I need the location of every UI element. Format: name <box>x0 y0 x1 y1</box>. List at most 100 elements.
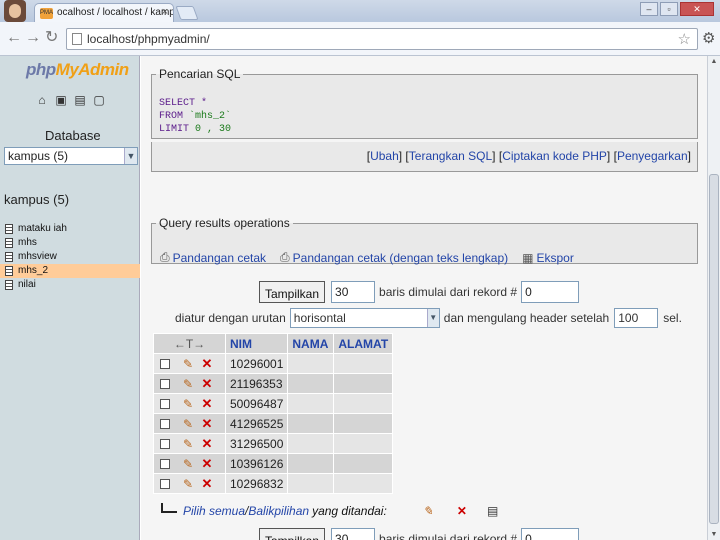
print-view-full-link[interactable]: ⎙ Pandangan cetak (dengan teks lengkap) <box>280 250 508 265</box>
close-window-button[interactable]: ✕ <box>680 2 714 16</box>
table-item-mhs[interactable]: mhs <box>0 236 140 250</box>
row-checkbox[interactable] <box>160 419 170 430</box>
cell-nim: 21196353 <box>224 373 289 394</box>
sql-query-icon[interactable]: ▣ <box>55 94 67 107</box>
column-arrows-header[interactable]: ←T→ <box>153 333 226 354</box>
cell-alamat <box>333 433 394 454</box>
phpmyadmin-logo[interactable]: phpMyAdmin <box>26 60 129 80</box>
check-all-link[interactable]: Pilih semua <box>183 504 245 518</box>
query-results-operations: Query results operations ⎙ Pandangan ceta… <box>151 216 698 265</box>
show-button[interactable]: Tampilkan <box>259 281 326 303</box>
order-select[interactable]: horisontal ▼ <box>289 308 440 328</box>
repeat-header-input[interactable]: 100 <box>614 308 659 328</box>
cell-nama <box>287 353 335 374</box>
vertical-scrollbar[interactable]: ▲ ▼ <box>707 56 720 540</box>
table-item-matakuliah[interactable]: mataku iah <box>0 222 140 236</box>
chevron-down-icon: ▼ <box>124 148 137 164</box>
database-select[interactable]: kampus (5) ▼ <box>4 147 138 165</box>
explain-sql-link[interactable]: Terangkan SQL <box>409 149 492 163</box>
column-header-alamat[interactable]: ALAMAT <box>333 333 394 354</box>
delete-icon[interactable]: ✕ <box>200 356 214 372</box>
bulk-delete-icon[interactable]: ✕ <box>457 504 467 518</box>
bulk-export-icon[interactable]: ▤ <box>487 504 498 518</box>
row-checkbox[interactable] <box>160 359 170 370</box>
edit-pencil-icon[interactable]: ✎ <box>176 457 200 471</box>
nav-icons: ⌂ ▣ ▤ ▢ <box>36 94 105 107</box>
edit-pencil-icon[interactable]: ✎ <box>176 357 200 371</box>
repeat-header-label: dan mengulang header setelah <box>443 311 610 325</box>
uncheck-all-link[interactable]: Balikpilihan <box>248 504 309 518</box>
delete-icon[interactable]: ✕ <box>200 476 214 492</box>
help-icon[interactable]: ▢ <box>93 94 105 107</box>
print-icon: ⎙ <box>160 250 170 264</box>
row-checkbox[interactable] <box>160 479 170 490</box>
print-view-link[interactable]: ⎙ Pandangan cetak <box>160 250 266 265</box>
operations-list: ⎙ Pandangan cetak ⎙ Pandangan cetak (denga… <box>160 250 574 265</box>
table-item-mhs-2[interactable]: mhs_2 <box>0 264 140 278</box>
row-checkbox[interactable] <box>160 459 170 470</box>
delete-icon[interactable]: ✕ <box>200 456 214 472</box>
scrollbar-thumb[interactable] <box>709 174 719 524</box>
table-item-nilai[interactable]: nilai <box>0 278 140 292</box>
scroll-up-icon[interactable]: ▲ <box>709 58 719 65</box>
edit-pencil-icon[interactable]: ✎ <box>176 417 200 431</box>
show-button-bottom[interactable]: Tampilkan <box>259 528 326 540</box>
close-tab-icon[interactable]: × <box>162 6 168 18</box>
new-tab-button[interactable] <box>175 6 199 20</box>
table-icon <box>5 238 13 248</box>
delete-icon[interactable]: ✕ <box>200 416 214 432</box>
refresh-link[interactable]: Penyegarkan <box>617 149 688 163</box>
wrench-icon[interactable]: ⚙ <box>702 29 715 47</box>
row-checkbox[interactable] <box>160 379 170 390</box>
column-header-nim[interactable]: NIM <box>224 333 289 354</box>
row-checkbox[interactable] <box>160 439 170 450</box>
forward-arrow-icon[interactable]: → <box>25 29 41 47</box>
cell-nama <box>287 393 335 414</box>
export-link[interactable]: ▦ Ekspor <box>522 250 574 265</box>
star-icon[interactable]: ☆ <box>678 30 691 48</box>
cell-nim: 10396126 <box>224 453 289 474</box>
sql-box-legend: Pencarian SQL <box>159 67 241 81</box>
edit-pencil-icon[interactable]: ✎ <box>176 477 200 491</box>
with-selected-label: yang ditandai: <box>312 504 387 518</box>
table-row: ✎ ✕ 50096487 <box>153 393 394 414</box>
table-item-mhsview[interactable]: mhsview <box>0 250 140 264</box>
address-bar[interactable]: localhost/phpmyadmin/ ☆ <box>66 28 698 50</box>
maximize-button[interactable]: ▫ <box>660 2 678 16</box>
reload-icon[interactable]: ↻ <box>45 29 58 47</box>
url-text: localhost/phpmyadmin/ <box>87 32 210 46</box>
edit-sql-link[interactable]: Ubah <box>370 149 399 163</box>
profile-avatar[interactable] <box>4 0 26 22</box>
docs-icon[interactable]: ▤ <box>74 94 86 107</box>
table-row: ✎ ✕ 31296500 <box>153 433 394 454</box>
back-arrow-icon[interactable]: ← <box>6 29 22 47</box>
browser-tab[interactable]: PMA ocalhost / localhost / kampus × <box>34 3 174 22</box>
table-row: ✎ ✕ 10296832 <box>153 473 394 494</box>
cell-nama <box>287 453 335 474</box>
export-icon: ▦ <box>522 250 534 265</box>
pager-row-bottom: Tampilkan 30 baris dimulai dari rekord #… <box>259 528 580 540</box>
edit-pencil-icon[interactable]: ✎ <box>176 397 200 411</box>
sql-links: [Ubah] [Terangkan SQL] [Ciptakan kode PH… <box>151 142 698 172</box>
scroll-down-icon[interactable]: ▼ <box>709 531 719 538</box>
phpmyadmin-favicon-icon: PMA <box>40 8 53 19</box>
delete-icon[interactable]: ✕ <box>200 376 214 392</box>
edit-pencil-icon[interactable]: ✎ <box>176 437 200 451</box>
start-record-input[interactable]: 0 <box>521 281 580 303</box>
chevron-down-icon: ▼ <box>426 309 439 327</box>
delete-icon[interactable]: ✕ <box>200 436 214 452</box>
row-checkbox[interactable] <box>160 399 170 410</box>
table-icon <box>5 266 13 276</box>
delete-icon[interactable]: ✕ <box>200 396 214 412</box>
column-header-nama[interactable]: NAMA <box>287 333 335 354</box>
edit-pencil-icon[interactable]: ✎ <box>176 377 200 391</box>
results-table: ←T→ NIM NAMA ALAMAT ✎ ✕ 10296001 ✎ ✕ 21196… <box>153 333 394 494</box>
home-icon[interactable]: ⌂ <box>36 94 48 107</box>
rows-count-input[interactable]: 30 <box>331 281 376 303</box>
bulk-edit-icon[interactable]: ✎ <box>423 504 433 518</box>
database-name-link[interactable]: kampus (5) <box>4 192 69 207</box>
create-php-code-link[interactable]: Ciptakan kode PHP <box>502 149 607 163</box>
start-record-input-bottom[interactable]: 0 <box>521 528 580 540</box>
rows-count-input-bottom[interactable]: 30 <box>331 528 376 540</box>
minimize-button[interactable]: – <box>640 2 658 16</box>
